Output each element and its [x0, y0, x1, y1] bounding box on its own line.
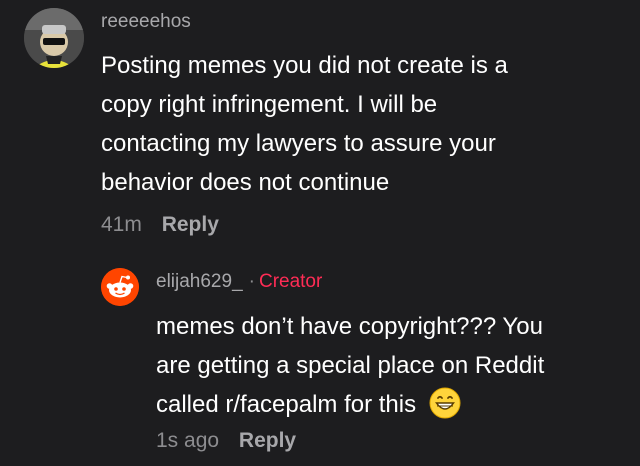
reply-text-segment: called r/facepalm for this	[156, 391, 417, 418]
comment-text: Posting memes you did not create is a co…	[101, 46, 621, 202]
grinning-face-emoji-icon	[429, 387, 461, 431]
reply-to-reply-button[interactable]: Reply	[239, 429, 296, 452]
reply-meta: 1s ago Reply	[156, 429, 296, 453]
separator-dot: ·	[248, 271, 255, 292]
comment-meta: 41m Reply	[101, 213, 219, 237]
reply-text-line: called r/facepalm for this	[156, 385, 626, 431]
comment-text-line: contacting my lawyers to assure your	[101, 130, 496, 157]
reply-avatar[interactable]	[101, 268, 139, 306]
comment-author[interactable]: reeeeehos	[101, 11, 191, 33]
creator-badge: Creator	[258, 271, 323, 292]
reply-text-line: are getting a special place on Reddit	[156, 352, 545, 379]
reply-author[interactable]: elijah629_	[156, 271, 243, 292]
comment-text-line: Posting memes you did not create is a	[101, 52, 508, 79]
comment-text-line: behavior does not continue	[101, 169, 390, 196]
reply-text: memes don’t have copyright??? You are ge…	[156, 307, 626, 431]
user-avatar[interactable]	[24, 8, 84, 68]
comment-item: reeeeehos Posting memes you did not crea…	[0, 0, 640, 250]
reply-timestamp: 1s ago	[156, 429, 220, 452]
reply-item: elijah629_ · Creator memes don’t have copy…	[0, 250, 640, 466]
reddit-logo-icon	[101, 268, 139, 306]
reply-text-line: memes don’t have copyright??? You	[156, 313, 543, 340]
comment-timestamp: 41m	[101, 213, 142, 236]
reply-author-line: elijah629_ · Creator	[156, 271, 322, 293]
avatar-photo-icon	[24, 8, 84, 68]
comment-text-line: copy right infringement. I will be	[101, 91, 438, 118]
reply-button[interactable]: Reply	[162, 213, 219, 236]
